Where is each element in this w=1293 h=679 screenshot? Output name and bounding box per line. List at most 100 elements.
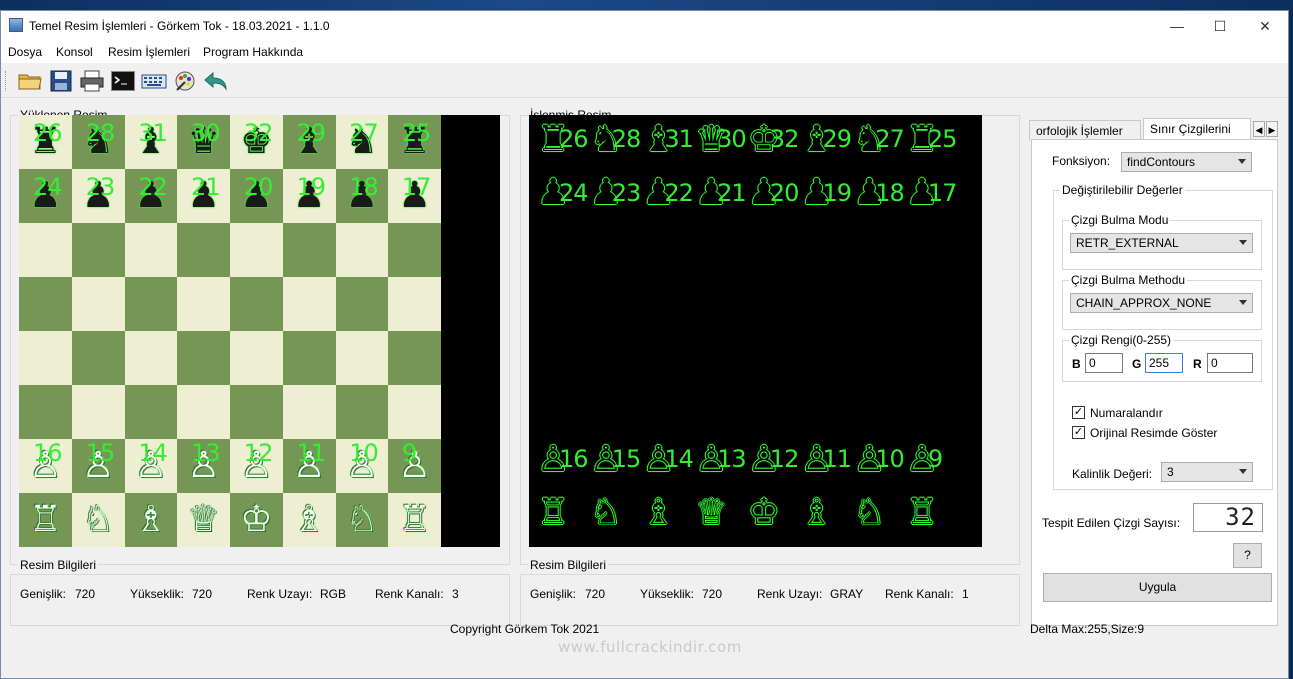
detected-count-label: Tespit Edilen Çizgi Sayısı:: [1042, 516, 1181, 530]
chevron-down-icon: [1239, 240, 1247, 245]
contour-number: 22: [664, 179, 694, 207]
board-square: [388, 331, 441, 385]
mode-select-value: RETR_EXTERNAL: [1076, 236, 1179, 250]
numbering-checkbox[interactable]: ✓: [1072, 406, 1085, 419]
board-square: ♗: [282, 493, 336, 547]
contour-number: 25: [401, 119, 432, 147]
close-button[interactable]: ✕: [1249, 15, 1281, 37]
left-channels-label: Renk Kanalı:: [375, 587, 444, 601]
contour-number: 31: [138, 119, 168, 147]
print-icon[interactable]: [79, 69, 105, 93]
delta-status: Delta Max:255,Size:9: [1030, 622, 1145, 636]
tab-morfolojik[interactable]: orfolojik İşlemler: [1029, 120, 1141, 140]
console-icon[interactable]: [110, 69, 136, 93]
apply-button[interactable]: Uygula: [1043, 573, 1272, 602]
contour-number: 15: [611, 445, 642, 473]
contour-outline: ♘: [853, 492, 886, 533]
palette-icon[interactable]: [172, 69, 198, 93]
r-input[interactable]: 0: [1207, 353, 1253, 373]
copyright-text: Copyright Görkem Tok 2021: [450, 622, 600, 636]
board-square: [71, 277, 125, 331]
contour-number: 30: [717, 125, 747, 153]
toolbar-grip: [5, 71, 9, 91]
board-square: [19, 385, 72, 439]
contour-number: 32: [769, 125, 800, 153]
contour-number: 12: [243, 439, 274, 467]
tab-scroll-right-icon[interactable]: ▶: [1266, 121, 1278, 137]
menu-program-hakkinda[interactable]: Program Hakkında: [203, 45, 303, 59]
contour-number: 28: [611, 125, 642, 153]
contour-number: 29: [296, 119, 327, 147]
contour-number: 9: [401, 439, 417, 467]
contour-number: 24: [559, 179, 589, 207]
left-width-value: 720: [75, 587, 96, 601]
right-height-label: Yükseklik:: [640, 587, 695, 601]
chess-piece: ♗: [292, 499, 326, 540]
board-square: ♖: [388, 493, 441, 547]
contour-number: 25: [927, 125, 958, 153]
undo-icon[interactable]: [203, 69, 229, 93]
chevron-down-icon: [1239, 300, 1247, 305]
maximize-button[interactable]: ☐: [1204, 15, 1236, 37]
contour-number: 26: [559, 125, 589, 153]
contour-outline: ♔: [747, 492, 781, 533]
mode-group-label: Çizgi Bulma Modu: [1069, 213, 1171, 227]
right-colorspace-label: Renk Uzayı:: [757, 587, 823, 601]
right-channels-label: Renk Kanalı:: [885, 587, 954, 601]
minimize-button[interactable]: —: [1161, 15, 1193, 37]
thickness-label: Kalinlik Değeri:: [1072, 467, 1153, 481]
processed-image-canvas: ♜ ♞ ♝ ♛ ♚ ♝ ♞ ♜ ♟ ♟ ♟ ♟ ♟ ♟ ♟ ♟ ♙ ♙ ♙ ♙ ♙ ♙ ♙ ♙ ♖ ♘ ♗ ♕ ♔ ♗ ♘ ♖ 26 28 31 30…: [529, 115, 982, 547]
help-button[interactable]: ?: [1233, 543, 1262, 568]
mode-select[interactable]: RETR_EXTERNAL: [1070, 233, 1253, 253]
chess-piece: ♖: [29, 499, 62, 540]
left-colorspace-value: RGB: [320, 587, 347, 601]
function-select[interactable]: findContours: [1121, 152, 1252, 172]
left-height-label: Yükseklik:: [130, 587, 185, 601]
left-channels-value: 3: [452, 587, 459, 601]
thickness-select[interactable]: 3: [1161, 462, 1253, 482]
contour-number: 20: [243, 173, 274, 201]
chess-piece: ♔: [240, 499, 273, 540]
b-input[interactable]: 0: [1085, 353, 1123, 373]
loaded-image-canvas: ♜ ♞ ♝ ♛ ♚ ♝ ♞ ♜ ♟ ♟ ♟ ♟ ♟ ♟ ♟ ♟ ♙ ♙ ♙ ♙ ♙ ♙ ♙ ♙ ♖ ♘ ♗ ♕ ♔ ♗ ♘ ♖ 26 28 31 3…: [19, 115, 500, 547]
app-icon: [9, 18, 23, 32]
contour-number: 21: [191, 173, 221, 201]
right-info-title: Resim Bilgileri: [528, 558, 609, 572]
contour-number: 13: [191, 439, 221, 467]
board-square: ♔: [230, 493, 283, 547]
contour-number: 11: [822, 445, 853, 473]
menu-konsol[interactable]: Konsol: [56, 45, 93, 59]
contour-number: 22: [138, 173, 168, 201]
board-square: ♖: [19, 493, 72, 547]
menu-dosya[interactable]: Dosya: [8, 45, 42, 59]
board-square: [177, 277, 230, 331]
contour-number: 17: [401, 173, 432, 201]
chevron-down-icon: [1238, 159, 1246, 164]
contour-number: 19: [822, 179, 853, 207]
board-square: [124, 331, 178, 385]
contour-number: 30: [191, 119, 221, 147]
keyboard-icon[interactable]: [141, 69, 167, 93]
board-square: ♘: [71, 493, 125, 547]
color-group-label: Çizgi Rengi(0-255): [1069, 333, 1174, 347]
save-icon[interactable]: [48, 69, 74, 93]
menu-bar: Dosya Konsol Resim İşlemleri Program Hak…: [1, 41, 1288, 63]
board-square: ♕: [177, 493, 230, 547]
right-height-value: 720: [702, 587, 723, 601]
thickness-select-value: 3: [1167, 465, 1174, 479]
contour-number: 17: [927, 179, 958, 207]
method-select[interactable]: CHAIN_APPROX_NONE: [1070, 293, 1253, 313]
function-select-value: findContours: [1127, 155, 1196, 169]
board-square: [282, 385, 336, 439]
board-square: [124, 385, 178, 439]
contour-number: 20: [769, 179, 800, 207]
board-square: [335, 277, 389, 331]
show-original-checkbox[interactable]: ✓: [1072, 426, 1085, 439]
menu-resim-islemleri[interactable]: Resim İşlemleri: [108, 45, 190, 59]
tab-sinir-cizgileri[interactable]: Sınır Çizgilerini: [1143, 118, 1251, 140]
board-square: [335, 331, 389, 385]
open-folder-icon[interactable]: [17, 69, 43, 93]
g-input[interactable]: 255: [1145, 353, 1183, 373]
contour-number: 14: [664, 445, 694, 473]
tab-scroll-left-icon[interactable]: ◀: [1253, 121, 1265, 137]
